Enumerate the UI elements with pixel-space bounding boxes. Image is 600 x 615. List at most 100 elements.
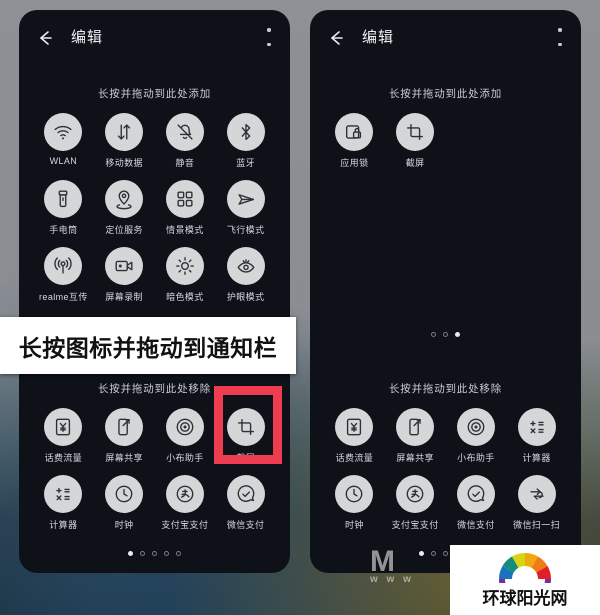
page-dot[interactable] — [419, 551, 424, 556]
quick-tile-app-lock[interactable]: 应用锁 — [324, 113, 385, 169]
left-page-indicator[interactable] — [19, 551, 290, 556]
wechat-pay-icon[interactable] — [456, 475, 495, 513]
quick-tile-assistant[interactable]: 小布助手 — [446, 408, 507, 464]
quick-tile-label: 移动数据 — [105, 158, 143, 168]
quick-tile-bluetooth[interactable]: 蓝牙 — [215, 113, 276, 169]
scene-mode-icon[interactable] — [165, 180, 204, 218]
page-dot[interactable] — [176, 551, 181, 556]
airplane-icon[interactable] — [226, 180, 265, 218]
quick-tile-eye-care[interactable]: 护眼模式 — [215, 247, 276, 303]
right-active-grid: 话费流量 屏幕共享 小布助手 计算器时钟 支付宝支付 微信支付 微信扫一扫 — [324, 408, 567, 531]
more-vertical-icon[interactable] — [555, 28, 565, 46]
quick-tile-calculator[interactable]: 计算器 — [506, 408, 567, 464]
page-dot[interactable] — [431, 332, 436, 337]
left-add-grid: WLAN 移动数据 静音 蓝牙手电筒 定位服务 情景模式 飞行模式 realme互传 屏幕录制 暗… — [33, 113, 276, 303]
quick-tile-alipay-pay[interactable]: 支付宝支付 — [155, 475, 216, 531]
wechat-scan-icon[interactable] — [517, 475, 556, 513]
arrow-left-icon[interactable] — [326, 29, 346, 47]
screen-share-icon[interactable] — [396, 408, 435, 446]
page-dot[interactable] — [128, 551, 133, 556]
quick-tile-screenshot[interactable]: 截屏 — [215, 408, 276, 464]
eye-care-icon[interactable] — [226, 247, 265, 285]
quick-tile-label: 护眼模式 — [226, 292, 265, 302]
screen-record-icon[interactable] — [105, 247, 144, 285]
yuan-data-icon[interactable] — [44, 408, 83, 446]
quick-tile-label: 小布助手 — [457, 453, 495, 463]
quick-tile-yuan-data[interactable]: 话费流量 — [33, 408, 94, 464]
quick-tile-wechat-scan[interactable]: 微信扫一扫 — [506, 475, 567, 531]
quick-tile-label: realme互传 — [39, 292, 88, 302]
rainbow-fan-icon — [499, 553, 551, 583]
bell-mute-icon[interactable] — [165, 113, 204, 151]
quick-tile-screenshot[interactable]: 截屏 — [385, 113, 446, 169]
screenshot-icon[interactable] — [226, 408, 265, 446]
alipay-pay-icon[interactable] — [165, 475, 204, 513]
share-broadcast-icon[interactable] — [44, 247, 83, 285]
quick-tile-label: 时钟 — [114, 520, 134, 530]
quick-tile-label: 时钟 — [344, 520, 364, 530]
quick-tile-bell-mute[interactable]: 静音 — [155, 113, 216, 169]
screen-share-icon[interactable] — [105, 408, 144, 446]
right-add-page-indicator[interactable] — [310, 332, 581, 337]
quick-tile-label: 小布助手 — [166, 453, 204, 463]
quick-tile-scene-mode[interactable]: 情景模式 — [155, 180, 216, 236]
clock-icon[interactable] — [105, 475, 144, 513]
screenshot-icon[interactable] — [396, 113, 435, 151]
brightness-icon[interactable] — [165, 247, 204, 285]
right-phone-screen: 编辑 长按并拖动到此处添加 应用锁 截屏 长按并拖动到此处移除 话费流量 屏幕共享 小… — [310, 10, 581, 573]
mobile-data-icon[interactable] — [105, 113, 144, 151]
page-dot[interactable] — [455, 332, 460, 337]
page-dot[interactable] — [152, 551, 157, 556]
quick-tile-assistant[interactable]: 小布助手 — [155, 408, 216, 464]
calculator-icon[interactable] — [44, 475, 83, 513]
page-title: 编辑 — [71, 29, 104, 46]
quick-tile-screen-share[interactable]: 屏幕共享 — [385, 408, 446, 464]
quick-tile-screen-record[interactable]: 屏幕录制 — [94, 247, 155, 303]
assistant-icon[interactable] — [165, 408, 204, 446]
quick-tile-location[interactable]: 定位服务 — [94, 180, 155, 236]
page-dot[interactable] — [140, 551, 145, 556]
quick-tile-wechat-pay[interactable]: 微信支付 — [446, 475, 507, 531]
quick-tile-airplane[interactable]: 飞行模式 — [215, 180, 276, 236]
quick-tile-label: 定位服务 — [105, 225, 143, 235]
quick-tile-label: 计算器 — [49, 520, 78, 530]
quick-tile-share-broadcast[interactable]: realme互传 — [33, 247, 94, 303]
app-lock-icon[interactable] — [335, 113, 374, 151]
quick-tile-alipay-pay[interactable]: 支付宝支付 — [385, 475, 446, 531]
page-dot[interactable] — [164, 551, 169, 556]
assistant-icon[interactable] — [456, 408, 495, 446]
quick-tile-wechat-pay[interactable]: 微信支付 — [215, 475, 276, 531]
quick-tile-brightness[interactable]: 暗色模式 — [155, 247, 216, 303]
quick-tile-yuan-data[interactable]: 话费流量 — [324, 408, 385, 464]
wifi-icon[interactable] — [44, 113, 83, 151]
bluetooth-icon[interactable] — [226, 113, 265, 151]
quick-tile-clock[interactable]: 时钟 — [94, 475, 155, 531]
more-vertical-icon[interactable] — [264, 28, 274, 46]
arrow-left-icon[interactable] — [35, 29, 55, 47]
quick-tile-clock[interactable]: 时钟 — [324, 475, 385, 531]
quick-tile-calculator[interactable]: 计算器 — [33, 475, 94, 531]
page-dot[interactable] — [443, 551, 448, 556]
menu-dot — [267, 42, 271, 46]
flashlight-icon[interactable] — [44, 180, 83, 218]
left-active-grid: 话费流量 屏幕共享 小布助手 截屏计算器 时钟 支付宝支付 微信支付 — [33, 408, 276, 531]
logo-text: 环球阳光网 — [482, 589, 568, 609]
wechat-pay-icon[interactable] — [226, 475, 265, 513]
quick-tile-label: 支付宝支付 — [391, 520, 439, 530]
location-icon[interactable] — [105, 180, 144, 218]
quick-tile-wifi[interactable]: WLAN — [33, 113, 94, 169]
quick-tile-screen-share[interactable]: 屏幕共享 — [94, 408, 155, 464]
quick-tile-label: 手电筒 — [49, 225, 78, 235]
quick-tile-flashlight[interactable]: 手电筒 — [33, 180, 94, 236]
calculator-icon[interactable] — [517, 408, 556, 446]
page-title: 编辑 — [362, 29, 395, 46]
page-dot[interactable] — [443, 332, 448, 337]
page-dot[interactable] — [431, 551, 436, 556]
quick-tile-label: 截屏 — [405, 158, 425, 168]
left-add-hint: 长按并拖动到此处添加 — [98, 88, 211, 100]
alipay-pay-icon[interactable] — [396, 475, 435, 513]
clock-icon[interactable] — [335, 475, 374, 513]
quick-tile-label: 话费流量 — [44, 453, 83, 463]
quick-tile-mobile-data[interactable]: 移动数据 — [94, 113, 155, 169]
yuan-data-icon[interactable] — [335, 408, 374, 446]
